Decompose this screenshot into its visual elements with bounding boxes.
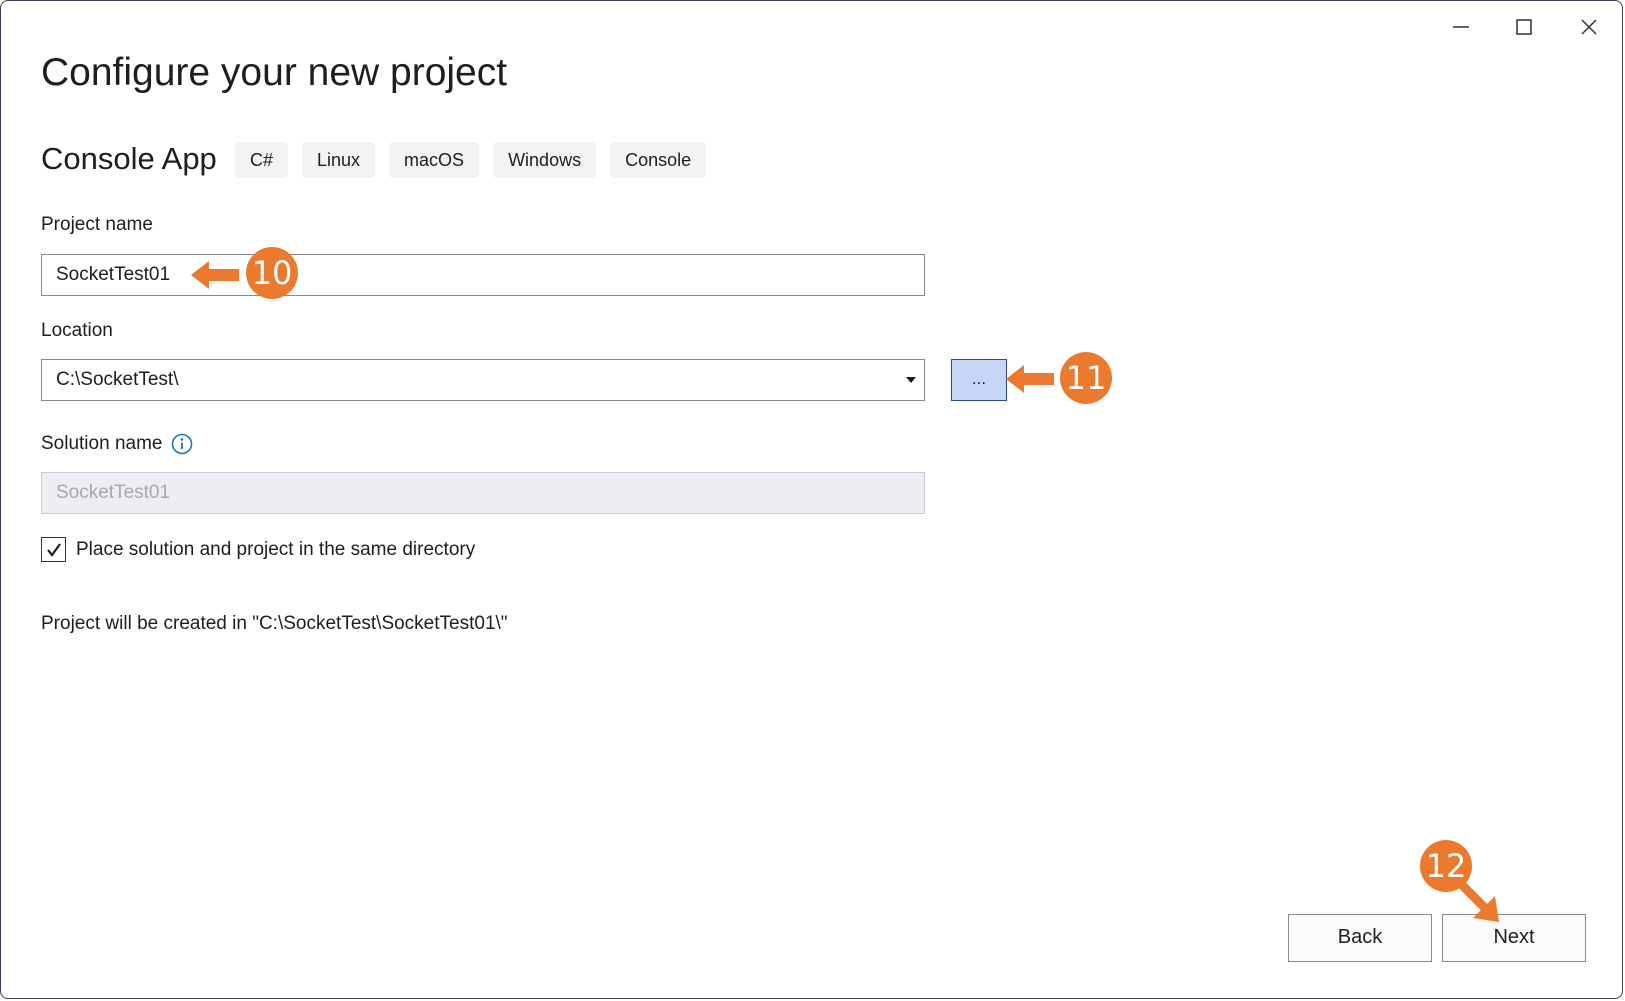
solution-name-label: Solution name xyxy=(41,433,163,454)
page-title: Configure your new project xyxy=(41,51,508,94)
project-name-value: SocketTest01 xyxy=(56,264,171,285)
minimize-button[interactable] xyxy=(1441,11,1481,43)
location-label: Location xyxy=(41,320,113,341)
checkmark-icon xyxy=(46,542,61,557)
back-button[interactable]: Back xyxy=(1288,914,1432,962)
location-combobox[interactable]: C:\SocketTest\ xyxy=(41,359,925,401)
template-name: Console App xyxy=(41,141,217,176)
browse-button[interactable]: ... xyxy=(951,359,1007,401)
tag-macos: macOS xyxy=(389,142,480,178)
configure-project-window: Configure your new project Console App C… xyxy=(0,0,1623,999)
close-icon xyxy=(1581,19,1597,35)
callout-arrow-11-icon xyxy=(1006,365,1054,393)
callout-11: 11 xyxy=(1060,352,1112,404)
tag-windows: Windows xyxy=(493,142,597,178)
callout-10: 10 xyxy=(246,247,298,299)
same-directory-checkbox[interactable] xyxy=(41,537,66,562)
minimize-icon xyxy=(1453,26,1469,28)
callout-arrow-10-icon xyxy=(191,261,239,289)
solution-name-value: SocketTest01 xyxy=(56,482,171,503)
project-name-input[interactable]: SocketTest01 xyxy=(41,254,925,296)
project-name-label: Project name xyxy=(41,214,153,235)
location-value: C:\SocketTest\ xyxy=(56,369,179,390)
same-directory-label[interactable]: Place solution and project in the same d… xyxy=(76,539,475,561)
dropdown-arrow-icon[interactable] xyxy=(898,360,924,399)
info-icon[interactable] xyxy=(171,433,193,455)
template-tags: C# Linux macOS Windows Console xyxy=(235,142,707,178)
maximize-icon xyxy=(1516,19,1532,35)
close-button[interactable] xyxy=(1569,11,1609,43)
callout-arrow-12-icon xyxy=(1457,880,1499,922)
created-path-text: Project will be created in "C:\SocketTes… xyxy=(41,613,508,634)
solution-name-input[interactable]: SocketTest01 xyxy=(41,472,925,514)
tag-console: Console xyxy=(610,142,707,178)
tag-linux: Linux xyxy=(302,142,376,178)
maximize-button[interactable] xyxy=(1504,11,1544,43)
tag-csharp: C# xyxy=(235,142,289,178)
